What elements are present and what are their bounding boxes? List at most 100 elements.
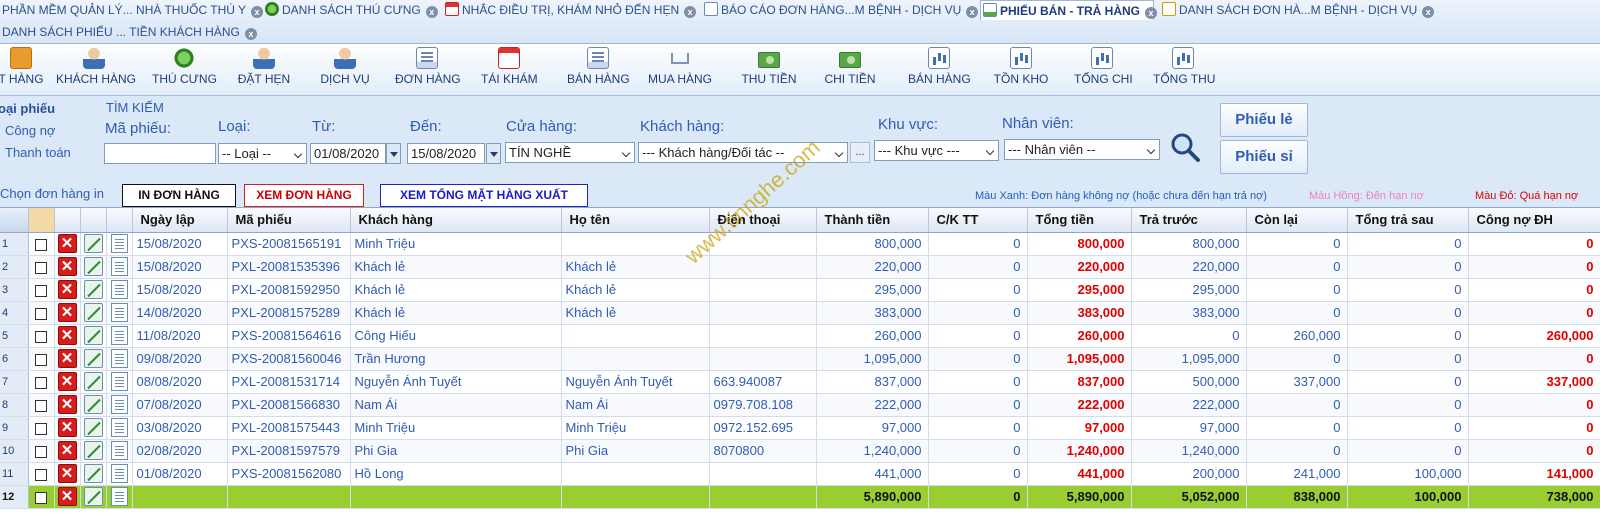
paid-filter-link[interactable]: Thanh toán [5, 145, 71, 160]
toolbar-button-sales[interactable]: BÁN HÀNG [567, 46, 630, 94]
delete-icon[interactable]: ✕ [57, 326, 77, 345]
row-select[interactable] [28, 370, 55, 394]
col-prepaid[interactable]: Trả trước [1131, 208, 1247, 233]
table-row[interactable]: 6 ✕ 09/08/2020 PXS-20081560046 Trần Hương 1,0… [0, 347, 1600, 371]
from-date-picker-button[interactable] [386, 143, 401, 164]
row-select[interactable] [28, 232, 55, 256]
delete-icon[interactable]: ✕ [57, 418, 77, 437]
store-select[interactable]: TÍN NGHỀ [505, 142, 635, 163]
edit-cell[interactable] [80, 439, 107, 463]
toolbar-button-payments[interactable]: CHI TIỀN [824, 46, 876, 94]
delete-cell[interactable]: ✕ [54, 255, 81, 279]
detail-icon[interactable] [110, 234, 128, 253]
select-all-corner[interactable] [0, 208, 29, 233]
row-select[interactable] [28, 416, 55, 440]
view-total-items-button[interactable]: XEM TỔNG MẶT HÀNG XUẤT [380, 184, 588, 207]
edit-icon[interactable] [83, 464, 103, 483]
delete-icon[interactable]: ✕ [57, 372, 77, 391]
edit-cell[interactable] [80, 347, 107, 371]
delete-cell[interactable]: ✕ [54, 347, 81, 371]
close-icon[interactable]: x [251, 6, 264, 18]
row-select[interactable] [28, 485, 55, 509]
tab-app[interactable]: PHẦN MỀM QUẢN LÝ... NHÀ THUỐC THÚ Y x [0, 0, 264, 20]
edit-cell[interactable] [80, 301, 107, 325]
edit-cell[interactable] [80, 278, 107, 302]
detail-cell[interactable] [106, 370, 133, 394]
row-select[interactable] [28, 462, 55, 486]
detail-icon[interactable] [110, 418, 128, 437]
tab-customer-payments[interactable]: DANH SÁCH PHIẾU ... TIỀN KHÁCH HÀNG x [0, 22, 257, 42]
delete-icon[interactable]: ✕ [57, 257, 77, 276]
tab-sales-receipt[interactable]: PHIẾU BÁN - TRẢ HÀNG x [980, 0, 1157, 20]
checkbox[interactable] [35, 445, 47, 458]
col-code[interactable]: Mã phiếu [227, 208, 351, 233]
toolbar-button-hang[interactable]: T HÀNG [0, 46, 44, 94]
edit-cell[interactable] [80, 393, 107, 417]
row-select[interactable] [28, 255, 55, 279]
delete-icon[interactable]: ✕ [57, 487, 77, 506]
edit-icon[interactable] [83, 280, 103, 299]
detail-cell[interactable] [106, 393, 133, 417]
close-icon[interactable]: x [1422, 6, 1435, 18]
delete-cell[interactable]: ✕ [54, 278, 81, 302]
edit-icon[interactable] [83, 257, 103, 276]
row-select[interactable] [28, 301, 55, 325]
checkbox[interactable] [35, 399, 47, 412]
detail-cell[interactable] [106, 416, 133, 440]
close-icon[interactable]: x [684, 6, 697, 18]
detail-icon[interactable] [110, 372, 128, 391]
checkbox[interactable] [35, 307, 47, 320]
edit-cell[interactable] [80, 255, 107, 279]
toolbar-button-orders[interactable]: ĐƠN HÀNG [395, 46, 461, 94]
search-button[interactable] [1168, 131, 1202, 165]
detail-cell[interactable] [106, 347, 133, 371]
type-select[interactable]: -- Loại -- [218, 143, 307, 164]
col-amount[interactable]: Thành tiền [816, 208, 929, 233]
delete-icon[interactable]: ✕ [57, 234, 77, 253]
row-select[interactable] [28, 347, 55, 371]
detail-cell[interactable] [106, 255, 133, 279]
edit-icon[interactable] [83, 326, 103, 345]
checkbox[interactable] [35, 238, 47, 251]
detail-cell[interactable] [106, 439, 133, 463]
tab-reminders[interactable]: NHẮC ĐIỀU TRỊ, KHÁM NHỎ ĐẾN HẸN x [443, 0, 697, 20]
toolbar-button-sales-report[interactable]: BÁN HÀNG [908, 46, 971, 94]
tab-pets[interactable]: DANH SÁCH THÚ CƯNG x [263, 0, 438, 20]
edit-icon[interactable] [83, 418, 103, 437]
row-select[interactable] [28, 324, 55, 348]
delete-cell[interactable]: ✕ [54, 439, 81, 463]
toolbar-button-recheck[interactable]: TÁI KHÁM [481, 46, 538, 94]
toolbar-button-pets[interactable]: THÚ CƯNG [152, 46, 217, 94]
table-row[interactable]: 1 ✕ 15/08/2020 PXS-20081565191 Minh Triệu 800… [0, 232, 1600, 256]
close-icon[interactable]: x [1145, 7, 1157, 19]
tab-order-list[interactable]: DANH SÁCH ĐƠN HÀ...M BỆNH - DỊCH VỤ x [1160, 0, 1435, 20]
col-phone[interactable]: Điện thoại [709, 208, 817, 233]
edit-icon[interactable] [83, 441, 103, 460]
edit-icon[interactable] [83, 349, 103, 368]
col-ck[interactable]: C/K TT [928, 208, 1028, 233]
edit-icon[interactable] [83, 395, 103, 414]
receipt-code-input[interactable] [104, 143, 216, 164]
table-row[interactable]: 3 ✕ 15/08/2020 PXL-20081592950 Khách lẻ Khách… [0, 278, 1600, 302]
col-debt[interactable]: Công nợ ĐH [1468, 208, 1600, 233]
edit-icon[interactable] [83, 303, 103, 322]
area-select[interactable]: --- Khu vực --- [874, 140, 999, 161]
toolbar-button-purchases[interactable]: MUA HÀNG [648, 46, 712, 94]
delete-cell[interactable]: ✕ [54, 462, 81, 486]
edit-icon[interactable] [83, 487, 103, 506]
retail-receipt-button[interactable]: Phiếu lẻ [1220, 103, 1308, 137]
customer-select[interactable]: --- Khách hàng/Đối tác -- [638, 142, 848, 163]
edit-cell[interactable] [80, 370, 107, 394]
col-customer[interactable]: Khách hàng [350, 208, 562, 233]
col-remain[interactable]: Còn lại [1246, 208, 1348, 233]
toolbar-button-stock[interactable]: TỒN KHO [993, 46, 1049, 94]
checkbox[interactable] [35, 353, 47, 366]
detail-icon[interactable] [110, 303, 128, 322]
detail-cell[interactable] [106, 301, 133, 325]
detail-icon[interactable] [110, 464, 128, 483]
staff-select[interactable]: --- Nhân viên -- [1004, 139, 1160, 160]
col-date[interactable]: Ngày lập [132, 208, 228, 233]
checkbox[interactable] [35, 284, 47, 297]
customer-lookup-button[interactable]: ... [850, 142, 870, 163]
detail-icon[interactable] [110, 349, 128, 368]
